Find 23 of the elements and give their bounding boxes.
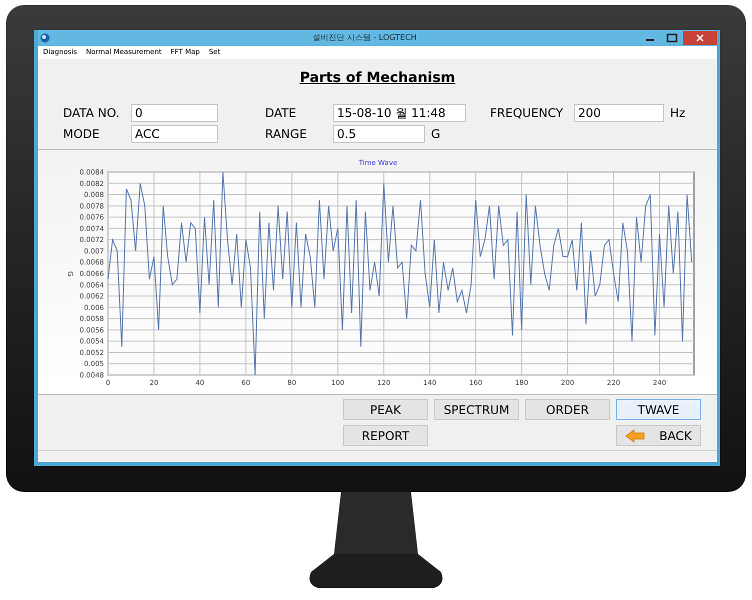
page-heading: Parts of Mechanism <box>300 69 456 88</box>
value-field[interactable]: 200 <box>574 104 664 122</box>
unit-label: Hz <box>670 105 686 122</box>
action-button[interactable]: PEAK <box>343 399 428 420</box>
action-button[interactable]: ORDER <box>525 399 610 420</box>
field-label: DATA NO. <box>63 105 120 122</box>
app-icon <box>40 33 50 43</box>
action-button[interactable]: SPECTRUM <box>434 399 519 420</box>
field-label: DATE <box>265 105 298 122</box>
unit-label: G <box>431 126 440 143</box>
value-field[interactable]: ACC <box>131 125 218 143</box>
field-label: MODE <box>63 126 101 143</box>
action-button[interactable]: TWAVE <box>616 399 701 420</box>
field-label: FREQUENCY <box>490 105 564 122</box>
value-field[interactable]: 15-08-10 월 11:48 <box>333 104 466 122</box>
close-icon[interactable] <box>682 31 717 45</box>
value-field[interactable]: 0.5 <box>333 125 425 143</box>
action-button[interactable]: REPORT <box>343 425 428 446</box>
back-button[interactable]: BACK <box>616 425 701 446</box>
window-title: 설비진단 시스템 - LOGTECH <box>312 32 417 44</box>
arrow-left-icon <box>625 428 646 442</box>
value-field[interactable]: 0 <box>131 104 218 122</box>
field-label: RANGE <box>265 126 308 143</box>
